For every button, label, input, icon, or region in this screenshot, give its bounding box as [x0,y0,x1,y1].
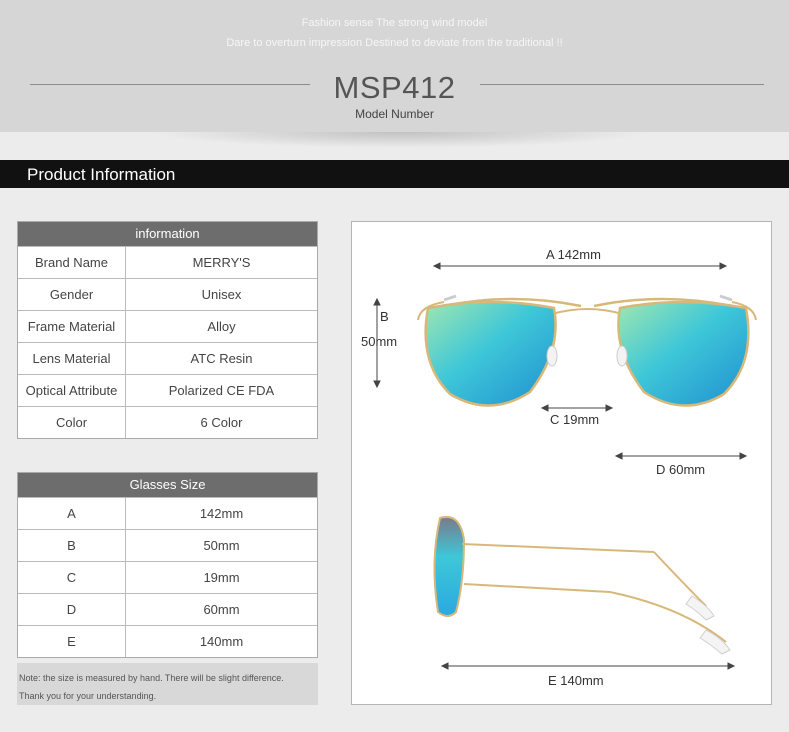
table-row: Lens Material ATC Resin [18,342,317,374]
table-row: Optical Attribute Polarized CE FDA [18,374,317,406]
section-header: Product Information [0,160,789,188]
side-view-glasses [433,516,731,655]
row-value: Unisex [201,287,242,302]
row-label: Lens Material [18,343,126,374]
info-table-header: information [18,222,317,246]
row-value: 60mm [203,602,240,617]
front-view-glasses [417,294,757,407]
dimension-c-label: C 19mm [550,412,600,427]
table-row: A 142mm [18,497,317,529]
note-line-1: Note: the size is measured by hand. Ther… [19,673,284,683]
row-label: Optical Attribute [18,375,126,406]
row-label: B [18,530,126,561]
section-title: Product Information [27,165,176,184]
row-label: A [18,498,126,529]
dimension-diagram: A 142mm B 50mm C 19mm D 60mm E 140mm [351,221,772,705]
info-table: information Brand Name MERRY'S Gender Un… [17,221,318,439]
dimension-a-label: A 142mm [546,247,601,262]
size-note: Note: the size is measured by hand. Ther… [17,663,318,705]
dimension-e-label: E 140mm [548,673,604,688]
dimension-b-letter: B [380,309,389,324]
dimension-d-arrow [614,452,748,460]
model-number-label: Model Number [355,107,434,121]
dimension-a-arrow [432,262,728,270]
table-row: Color 6 Color [18,406,317,438]
row-value: Polarized CE FDA [168,383,275,398]
table-row: E 140mm [18,625,317,657]
hero-shadow [150,132,650,148]
table-row: D 60mm [18,593,317,625]
hero-tagline-2: Dare to overturn impression Destined to … [226,37,563,49]
row-label: Gender [18,279,126,310]
sunglasses-illustration [373,262,757,670]
row-value: 19mm [203,570,240,585]
row-value: Alloy [207,319,236,334]
row-value: 6 Color [200,415,243,430]
model-number: MSP412 [333,70,456,105]
row-label: D [18,594,126,625]
row-value: ATC Resin [190,351,253,366]
dimension-c-arrow [540,404,614,412]
row-label: Color [18,407,126,438]
table-row: B 50mm [18,529,317,561]
table-row: Brand Name MERRY'S [18,246,317,278]
row-value: 140mm [199,634,244,649]
size-table-header: Glasses Size [18,473,317,497]
hero-tagline-1: Fashion sense The strong wind model [301,17,488,29]
row-value: MERRY'S [192,255,251,270]
table-row: C 19mm [18,561,317,593]
size-table: Glasses Size A 142mm B 50mm C 19mm D 60m… [17,472,318,658]
dimension-e-arrow [440,662,736,670]
note-line-2: Thank you for your understanding. [19,691,157,701]
row-value: 142mm [199,506,244,521]
row-label: Brand Name [18,247,126,278]
table-row: Gender Unisex [18,278,317,310]
dimension-b-label: 50mm [361,334,398,349]
hero-banner: Fashion sense The strong wind model Dare… [0,0,789,132]
row-label: C [18,562,126,593]
dimension-d-label: D 60mm [656,462,706,477]
row-value: 50mm [203,538,240,553]
row-label: Frame Material [18,311,126,342]
table-row: Frame Material Alloy [18,310,317,342]
row-label: E [18,626,126,657]
